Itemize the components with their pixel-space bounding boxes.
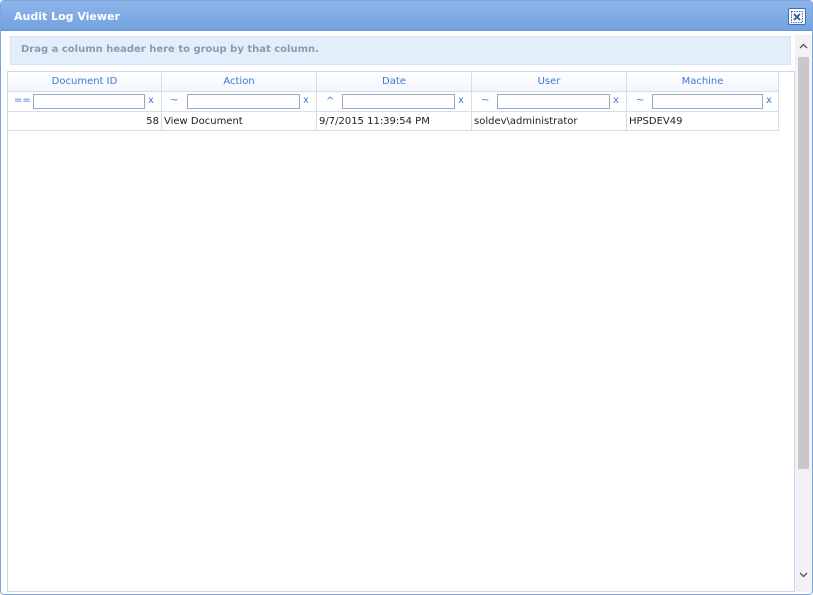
filter-cell-document-id: == x <box>8 92 162 112</box>
window-title: Audit Log Viewer <box>14 10 120 23</box>
vertical-scrollbar[interactable] <box>795 35 812 592</box>
close-icon <box>791 10 803 23</box>
group-by-panel[interactable]: Drag a column header here to group by th… <box>10 36 791 65</box>
filter-clear-date[interactable]: x <box>458 95 464 106</box>
column-header-label: Action <box>223 76 255 87</box>
filter-cell-date: ^ x <box>317 92 472 112</box>
column-header-label: User <box>537 76 561 87</box>
column-header-machine[interactable]: Machine <box>627 72 779 92</box>
column-header-user[interactable]: User <box>472 72 627 92</box>
filter-input-document-id[interactable] <box>33 94 145 109</box>
filter-clear-document-id[interactable]: x <box>148 95 154 106</box>
audit-log-grid: Document ID Action Date User Machine == … <box>7 71 795 592</box>
filter-input-user[interactable] <box>497 94 610 109</box>
filter-input-machine[interactable] <box>652 94 763 109</box>
filter-clear-action[interactable]: x <box>303 95 309 106</box>
filter-input-action[interactable] <box>187 94 300 109</box>
column-header-document-id[interactable]: Document ID <box>8 72 162 92</box>
cell-date: 9/7/2015 11:39:54 PM <box>317 112 472 131</box>
filter-cell-machine: ~ x <box>627 92 779 112</box>
cell-machine: HPSDEV49 <box>627 112 779 131</box>
filter-cell-user: ~ x <box>472 92 627 112</box>
cell-user: soldev\administrator <box>472 112 627 131</box>
scroll-thumb[interactable] <box>798 57 809 469</box>
scroll-up-button[interactable] <box>795 39 812 53</box>
filter-operator-machine[interactable]: ~ <box>636 95 644 106</box>
close-button[interactable] <box>788 8 806 25</box>
chevron-down-icon <box>799 572 808 578</box>
table-row[interactable]: 58 View Document 9/7/2015 11:39:54 PM so… <box>8 112 779 131</box>
filter-operator-user[interactable]: ~ <box>481 95 489 106</box>
audit-log-window: Audit Log Viewer Drag a column header he… <box>0 0 813 595</box>
filter-clear-user[interactable]: x <box>613 95 619 106</box>
filter-operator-date[interactable]: ^ <box>326 96 334 107</box>
scroll-down-button[interactable] <box>795 568 812 582</box>
column-header-row: Document ID Action Date User Machine <box>8 72 779 92</box>
filter-cell-action: ~ x <box>162 92 317 112</box>
cell-document-id: 58 <box>8 112 162 131</box>
column-header-date[interactable]: Date <box>317 72 472 92</box>
column-header-action[interactable]: Action <box>162 72 317 92</box>
filter-input-date[interactable] <box>342 94 455 109</box>
title-bar[interactable]: Audit Log Viewer <box>1 1 812 31</box>
column-header-label: Date <box>382 76 406 87</box>
column-header-label: Document ID <box>51 76 118 87</box>
cell-action: View Document <box>162 112 317 131</box>
group-by-hint: Drag a column header here to group by th… <box>21 44 319 55</box>
filter-clear-machine[interactable]: x <box>766 95 772 106</box>
filter-row: == x ~ x ^ x ~ x ~ x <box>8 92 779 112</box>
column-header-label: Machine <box>681 76 724 87</box>
chevron-up-icon <box>799 43 808 49</box>
filter-operator-action[interactable]: ~ <box>170 95 178 106</box>
filter-operator-document-id[interactable]: == <box>14 95 31 106</box>
